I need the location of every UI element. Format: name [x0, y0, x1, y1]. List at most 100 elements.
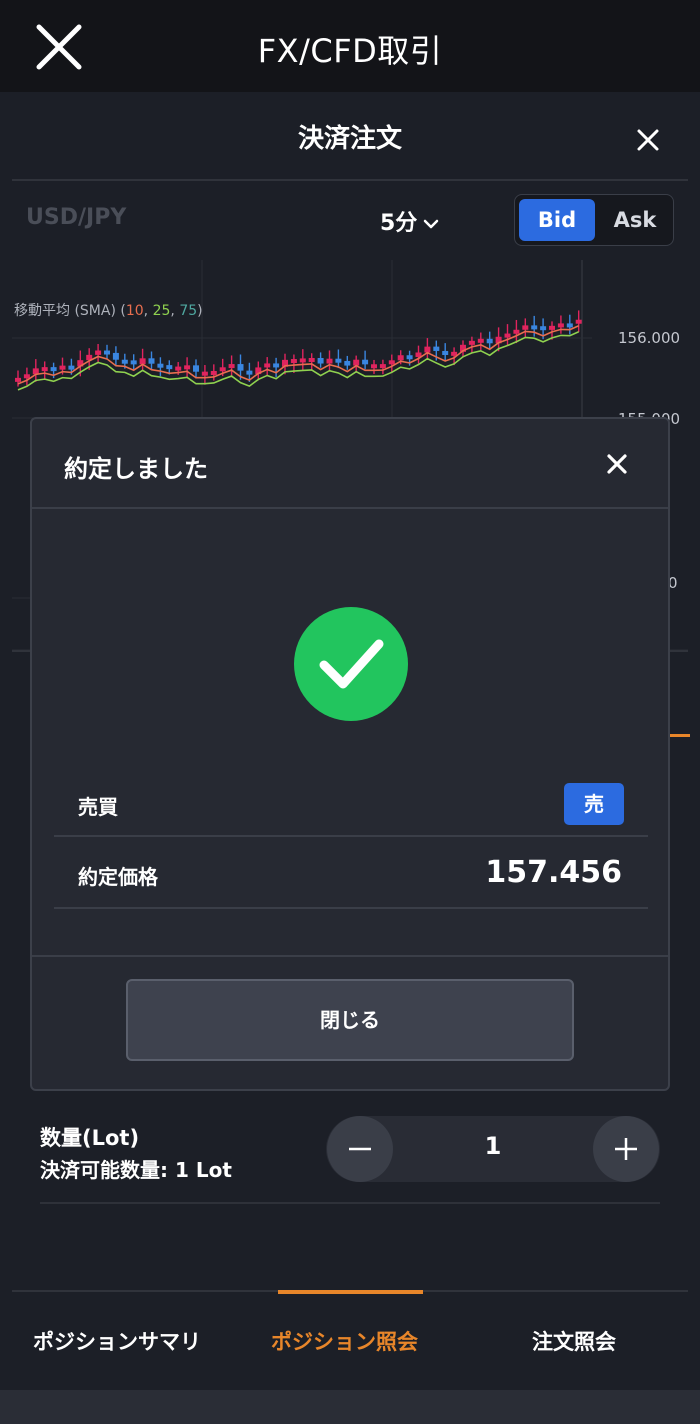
chevron-down-icon: [424, 219, 439, 229]
active-tab-indicator: [278, 1290, 423, 1294]
candle: [353, 359, 360, 366]
side-label: 売買: [78, 795, 118, 819]
tab-position-inquiry[interactable]: ポジション照会: [271, 1326, 418, 1356]
candle: [468, 340, 475, 345]
candle: [237, 364, 244, 371]
candle: [112, 352, 119, 360]
price-axis-label: 156.000: [618, 329, 681, 347]
side-badge: 売: [564, 783, 624, 825]
candle: [513, 329, 520, 334]
timeframe-select[interactable]: 5分: [380, 205, 439, 237]
dialog-title: 約定しました: [64, 455, 208, 483]
candle: [557, 323, 564, 328]
execution-price-value: 157.456: [485, 855, 622, 890]
quantity-value[interactable]: 1: [470, 1132, 516, 1160]
sheet-close-icon[interactable]: [636, 128, 660, 152]
candle: [397, 355, 404, 361]
sma-25-line: [17, 331, 580, 391]
candle: [130, 360, 137, 365]
candle: [201, 371, 208, 376]
bid-button[interactable]: Bid: [519, 199, 595, 241]
candle: [121, 359, 128, 364]
candle: [290, 359, 297, 364]
candle: [566, 323, 573, 328]
candle: [424, 346, 431, 353]
sheet-header: 決済注文: [0, 92, 700, 180]
candle: [388, 360, 395, 365]
candle: [344, 360, 351, 366]
decrement-button[interactable]: [327, 1116, 393, 1182]
candle: [575, 319, 582, 324]
divider: [12, 179, 688, 181]
candle: [540, 326, 547, 331]
timeframe-value: 5分: [380, 211, 418, 236]
tab-position-summary[interactable]: ポジションサマリ: [33, 1326, 201, 1356]
candle: [486, 338, 493, 344]
candle: [299, 358, 306, 363]
candle: [433, 346, 440, 351]
candle: [219, 367, 226, 372]
execution-price-label: 約定価格: [78, 865, 158, 889]
candle: [95, 350, 102, 355]
divider: [32, 955, 668, 957]
price-marker: [668, 734, 690, 737]
app-header: FX/CFD取引: [0, 0, 700, 92]
candle: [148, 358, 155, 364]
candle: [166, 365, 173, 370]
success-icon: [294, 607, 408, 721]
candle: [317, 357, 324, 364]
execution-dialog: 約定しました 売買 売 約定価格 157.456 閉じる: [30, 417, 670, 1091]
candle: [68, 365, 75, 370]
candle: [335, 358, 342, 363]
candle: [175, 366, 182, 371]
candle: [371, 364, 377, 369]
candle: [326, 358, 333, 364]
candle: [59, 365, 66, 370]
divider: [40, 1202, 660, 1204]
candle: [104, 350, 110, 355]
sma-period-25: 25: [152, 303, 171, 319]
candle: [15, 377, 21, 382]
sma-period-75: 75: [179, 303, 198, 319]
candle: [193, 365, 199, 372]
candle: [442, 350, 449, 355]
candle: [210, 370, 217, 375]
candle: [157, 363, 164, 368]
sma-10-line: [17, 325, 580, 385]
divider: [54, 907, 648, 909]
sheet-title: 決済注文: [297, 124, 402, 154]
candle: [406, 355, 413, 360]
candle: [139, 358, 146, 365]
close-button[interactable]: 閉じる: [126, 979, 574, 1061]
plus-icon: [615, 1138, 637, 1160]
ask-button[interactable]: Ask: [599, 199, 671, 241]
candle: [362, 359, 369, 365]
available-quantity: 決済可能数量: 1 Lot: [40, 1158, 232, 1182]
symbol-label: USD/JPY: [26, 205, 127, 230]
candle: [184, 365, 191, 370]
candle: [308, 357, 315, 362]
candle: [504, 333, 511, 338]
candle: [549, 325, 555, 330]
bottom-bar: [0, 1390, 700, 1424]
quantity-label: 数量(Lot): [40, 1126, 140, 1150]
divider: [54, 835, 648, 837]
divider: [32, 507, 668, 509]
price-type-toggle[interactable]: Bid Ask: [514, 194, 674, 246]
sma-legend: 移動平均 (SMA) (10, 25, 75): [14, 303, 203, 319]
candle: [228, 364, 235, 369]
tab-order-inquiry[interactable]: 注文照会: [532, 1326, 616, 1356]
candle: [477, 338, 484, 343]
check-icon: [319, 639, 384, 689]
candle: [273, 363, 280, 368]
dialog-close-icon[interactable]: [606, 453, 628, 475]
minus-icon: [349, 1147, 371, 1151]
increment-button[interactable]: [593, 1116, 659, 1182]
sma-period-10: 10: [125, 303, 144, 319]
candle: [50, 367, 57, 372]
candle: [531, 325, 538, 330]
candle: [264, 363, 271, 368]
candle: [41, 367, 48, 372]
app-title: FX/CFD取引: [257, 32, 443, 70]
candle: [379, 364, 386, 369]
